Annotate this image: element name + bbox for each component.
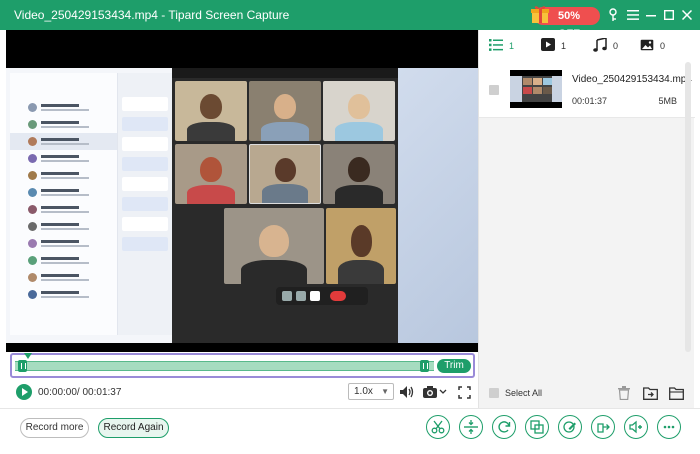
tab-count: 1	[561, 41, 567, 51]
participant-tile	[175, 144, 247, 204]
video-thumbnail	[510, 70, 562, 108]
playhead-marker[interactable]	[24, 353, 32, 359]
file-checkbox[interactable]	[489, 85, 499, 95]
close-icon[interactable]	[678, 6, 696, 24]
tab-image[interactable]: 0	[640, 38, 665, 54]
trim-button[interactable]: Trim	[437, 359, 471, 373]
volume-boost-icon[interactable]	[624, 415, 648, 439]
select-all-checkbox[interactable]	[489, 388, 499, 398]
tab-count: 0	[613, 41, 619, 51]
list-item[interactable]: Video_250429153434.mp4 00:01:37 5MB	[479, 62, 695, 118]
record-again-button[interactable]: Record Again	[98, 418, 169, 438]
media-sidebar: 1 1 0 0 Video_250429153434.mp4 00:01:37 …	[478, 30, 695, 408]
fullscreen-icon[interactable]	[456, 384, 472, 400]
maximize-icon[interactable]	[660, 6, 678, 24]
tab-audio[interactable]: 0	[593, 36, 619, 55]
speed-select[interactable]: 1.0x ▼	[348, 383, 394, 400]
participant-tile	[175, 81, 247, 141]
participant-tile	[326, 208, 396, 284]
sidebar-scrollbar[interactable]	[685, 62, 691, 352]
rotate-icon[interactable]	[492, 415, 516, 439]
window-title: Video_250429153434.mp4 - Tipard Screen C…	[14, 8, 290, 22]
folder-export-icon[interactable]	[642, 385, 658, 401]
media-tabs: 1 1 0 0	[479, 30, 695, 62]
scissors-icon[interactable]	[426, 415, 450, 439]
video-call-window	[172, 68, 398, 343]
time-display: 00:00:00/ 00:01:37	[38, 387, 122, 398]
timeline-track[interactable]	[15, 361, 434, 371]
chat-messages	[118, 73, 172, 335]
trim-timeline[interactable]: Trim	[10, 353, 475, 378]
list-icon	[489, 38, 503, 54]
participant-tile	[224, 208, 324, 284]
bottom-toolbar: Record more Record Again	[0, 408, 700, 454]
file-duration: 00:01:37	[572, 96, 608, 106]
chat-app-window	[6, 68, 172, 343]
chat-list	[10, 73, 118, 335]
hamburger-menu-icon[interactable]	[624, 6, 642, 24]
minimize-icon[interactable]	[642, 6, 660, 24]
folder-icon[interactable]	[668, 385, 684, 401]
tab-count: 1	[509, 41, 515, 51]
file-name: Video_250429153434.mp4	[572, 74, 692, 85]
key-icon[interactable]	[604, 6, 622, 24]
camera-icon[interactable]	[422, 384, 438, 400]
participant-tile	[249, 81, 321, 141]
file-size: 5MB	[658, 96, 677, 106]
volume-icon[interactable]	[399, 384, 415, 400]
participant-tile	[249, 144, 321, 204]
recorded-screen-frame	[6, 68, 478, 343]
tab-count: 0	[660, 41, 666, 51]
convert-icon[interactable]	[591, 415, 615, 439]
speed-value: 1.0x	[354, 386, 373, 397]
sidebar-footer: Select All	[479, 376, 695, 408]
playback-controls: 00:00:00/ 00:01:37 1.0x ▼	[0, 382, 478, 404]
chevron-down-icon: ▼	[381, 387, 389, 396]
more-icon[interactable]	[657, 415, 681, 439]
chat-list-header	[10, 73, 117, 99]
image-icon	[640, 39, 654, 54]
trash-icon[interactable]	[616, 385, 632, 401]
call-controls	[276, 287, 368, 305]
participant-tile	[323, 81, 395, 141]
gift-icon[interactable]	[529, 3, 551, 25]
edit-icon[interactable]	[558, 415, 582, 439]
participant-tile	[323, 144, 395, 204]
video-icon	[541, 38, 555, 54]
tab-video[interactable]: 1	[541, 38, 566, 54]
trim-end-handle[interactable]	[420, 360, 429, 372]
split-icon[interactable]	[459, 415, 483, 439]
music-note-icon	[593, 36, 607, 55]
trim-start-handle[interactable]	[18, 360, 27, 372]
record-more-button[interactable]: Record more	[20, 418, 89, 438]
select-all-label[interactable]: Select All	[505, 388, 542, 398]
video-preview[interactable]	[6, 30, 478, 352]
merge-icon[interactable]	[525, 415, 549, 439]
desktop-background	[398, 68, 478, 343]
chevron-down-icon[interactable]	[438, 384, 448, 400]
tab-list[interactable]: 1	[489, 38, 514, 54]
play-icon[interactable]	[16, 384, 32, 400]
